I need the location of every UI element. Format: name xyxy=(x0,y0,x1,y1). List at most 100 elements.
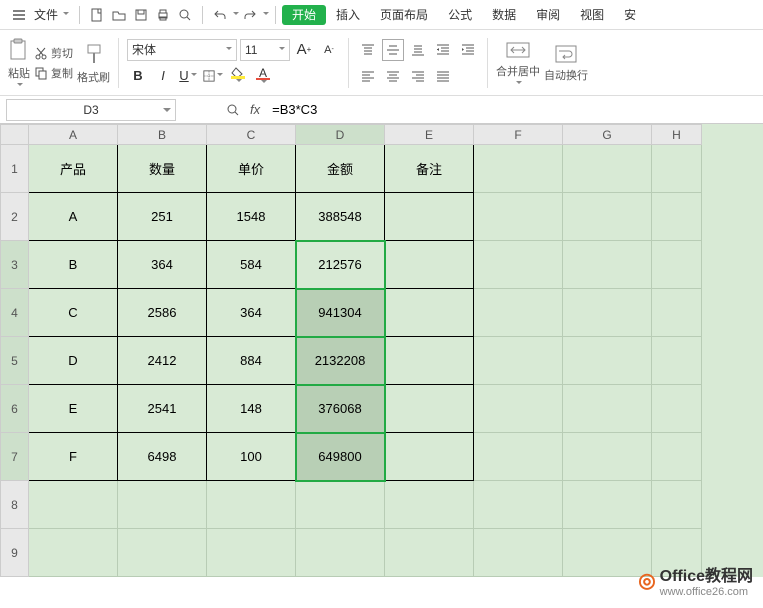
menu-icon[interactable] xyxy=(10,6,28,24)
align-center-button[interactable] xyxy=(382,65,404,87)
cell-d1[interactable]: 金额 xyxy=(296,145,385,193)
tab-view[interactable]: 视图 xyxy=(570,0,614,30)
row-header-8[interactable]: 8 xyxy=(1,481,29,529)
cell-f6[interactable] xyxy=(474,385,563,433)
underline-button[interactable]: U xyxy=(177,65,199,87)
cell-d7[interactable]: 649800 xyxy=(296,433,385,481)
align-left-button[interactable] xyxy=(357,65,379,87)
cell-h1[interactable] xyxy=(652,145,702,193)
fx-icon[interactable]: fx xyxy=(250,102,260,117)
cell-f3[interactable] xyxy=(474,241,563,289)
cell-f8[interactable] xyxy=(474,481,563,529)
row-header-7[interactable]: 7 xyxy=(1,433,29,481)
cell-h5[interactable] xyxy=(652,337,702,385)
merge-center-button[interactable]: 合并居中 xyxy=(496,39,540,87)
cell-h6[interactable] xyxy=(652,385,702,433)
cell-h8[interactable] xyxy=(652,481,702,529)
cell-d2[interactable]: 388548 xyxy=(296,193,385,241)
decrease-indent-button[interactable] xyxy=(432,39,454,61)
cell-c2[interactable]: 1548 xyxy=(207,193,296,241)
col-header-b[interactable]: B xyxy=(118,125,207,145)
col-header-h[interactable]: H xyxy=(652,125,702,145)
cell-g7[interactable] xyxy=(563,433,652,481)
cell-g1[interactable] xyxy=(563,145,652,193)
col-header-d[interactable]: D xyxy=(296,125,385,145)
row-header-1[interactable]: 1 xyxy=(1,145,29,193)
cell-f9[interactable] xyxy=(474,529,563,577)
cell-a6[interactable]: E xyxy=(29,385,118,433)
col-header-g[interactable]: G xyxy=(563,125,652,145)
cell-c7[interactable]: 100 xyxy=(207,433,296,481)
search-icon[interactable] xyxy=(224,101,242,119)
tab-formula[interactable]: 公式 xyxy=(438,0,482,30)
cell-c1[interactable]: 单价 xyxy=(207,145,296,193)
cell-d6[interactable]: 376068 xyxy=(296,385,385,433)
cell-b1[interactable]: 数量 xyxy=(118,145,207,193)
cell-e1[interactable]: 备注 xyxy=(385,145,474,193)
cell-d8[interactable] xyxy=(296,481,385,529)
cell-e5[interactable] xyxy=(385,337,474,385)
cell-h4[interactable] xyxy=(652,289,702,337)
cell-e9[interactable] xyxy=(385,529,474,577)
font-name-select[interactable]: 宋体 xyxy=(127,39,237,61)
row-header-9[interactable]: 9 xyxy=(1,529,29,577)
cell-d3[interactable]: 212576 xyxy=(296,241,385,289)
format-painter-button[interactable]: 格式刷 xyxy=(77,41,110,85)
cell-a5[interactable]: D xyxy=(29,337,118,385)
align-right-button[interactable] xyxy=(407,65,429,87)
cell-g2[interactable] xyxy=(563,193,652,241)
row-header-3[interactable]: 3 xyxy=(1,241,29,289)
cell-d9[interactable] xyxy=(296,529,385,577)
cell-b4[interactable]: 2586 xyxy=(118,289,207,337)
preview-icon[interactable] xyxy=(176,6,194,24)
save-icon[interactable] xyxy=(132,6,150,24)
cell-b3[interactable]: 364 xyxy=(118,241,207,289)
tab-page-layout[interactable]: 页面布局 xyxy=(370,0,438,30)
cell-b7[interactable]: 6498 xyxy=(118,433,207,481)
cell-a4[interactable]: C xyxy=(29,289,118,337)
align-middle-button[interactable] xyxy=(382,39,404,61)
align-bottom-button[interactable] xyxy=(407,39,429,61)
cut-button[interactable]: 剪切 xyxy=(34,44,73,62)
cell-d4[interactable]: 941304 xyxy=(296,289,385,337)
cell-b6[interactable]: 2541 xyxy=(118,385,207,433)
redo-dropdown[interactable] xyxy=(263,12,269,18)
decrease-font-button[interactable]: A- xyxy=(318,39,340,61)
row-header-5[interactable]: 5 xyxy=(1,337,29,385)
col-header-a[interactable]: A xyxy=(29,125,118,145)
cell-g6[interactable] xyxy=(563,385,652,433)
cell-h3[interactable] xyxy=(652,241,702,289)
open-icon[interactable] xyxy=(110,6,128,24)
cell-b5[interactable]: 2412 xyxy=(118,337,207,385)
fill-color-button[interactable] xyxy=(227,65,249,87)
cell-c6[interactable]: 148 xyxy=(207,385,296,433)
row-header-6[interactable]: 6 xyxy=(1,385,29,433)
increase-indent-button[interactable] xyxy=(457,39,479,61)
new-icon[interactable] xyxy=(88,6,106,24)
wrap-text-button[interactable]: 自动换行 xyxy=(544,43,588,83)
cell-a8[interactable] xyxy=(29,481,118,529)
font-color-button[interactable]: A xyxy=(252,65,274,87)
col-header-c[interactable]: C xyxy=(207,125,296,145)
cell-c4[interactable]: 364 xyxy=(207,289,296,337)
cell-a2[interactable]: A xyxy=(29,193,118,241)
row-header-4[interactable]: 4 xyxy=(1,289,29,337)
paste-button[interactable]: 粘贴 xyxy=(8,37,30,89)
cell-h2[interactable] xyxy=(652,193,702,241)
cell-c3[interactable]: 584 xyxy=(207,241,296,289)
cell-c9[interactable] xyxy=(207,529,296,577)
cell-f2[interactable] xyxy=(474,193,563,241)
col-header-e[interactable]: E xyxy=(385,125,474,145)
cell-e2[interactable] xyxy=(385,193,474,241)
cell-e4[interactable] xyxy=(385,289,474,337)
cell-c5[interactable]: 884 xyxy=(207,337,296,385)
cell-g5[interactable] xyxy=(563,337,652,385)
undo-dropdown[interactable] xyxy=(233,12,239,18)
cell-e3[interactable] xyxy=(385,241,474,289)
cell-a7[interactable]: F xyxy=(29,433,118,481)
cell-e7[interactable] xyxy=(385,433,474,481)
cell-d5[interactable]: 2132208 xyxy=(296,337,385,385)
border-button[interactable] xyxy=(202,65,224,87)
increase-font-button[interactable]: A+ xyxy=(293,39,315,61)
tab-security[interactable]: 安 xyxy=(614,0,646,30)
